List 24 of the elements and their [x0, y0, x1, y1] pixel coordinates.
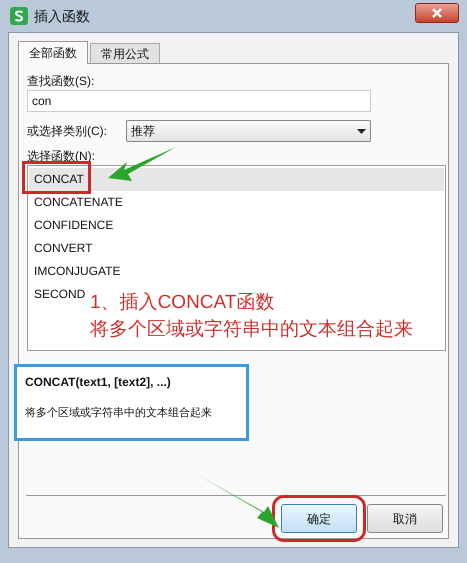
function-list-item[interactable]: CONFIDENCE — [29, 214, 116, 237]
function-list-item[interactable]: CONVERT — [29, 237, 94, 260]
function-list-item[interactable]: IMCONJUGATE — [29, 260, 122, 283]
search-field[interactable]: con — [27, 90, 371, 112]
window-title: 插入函数 — [34, 6, 90, 26]
annotation-text: 1、插入CONCAT函数 — [90, 291, 274, 315]
function-list-item[interactable]: SECOND — [29, 283, 88, 306]
function-list-item[interactable]: CONCATENATE — [29, 191, 125, 214]
app-icon — [10, 7, 28, 25]
category-label: 或选择类别(C): — [27, 123, 108, 140]
highlight-frame — [22, 161, 91, 194]
tab[interactable]: 全部函数 — [18, 41, 88, 64]
caret-icon — [357, 128, 366, 134]
close-icon — [431, 8, 443, 18]
pointer-arrow — [108, 147, 176, 181]
function-list-item[interactable]: CONCAT — [29, 168, 444, 191]
function-signature: CONCAT(text1, [text2], ...) — [25, 374, 172, 391]
function-description: 将多个区域或字符串中的文本组合起来 — [25, 406, 213, 421]
dialog-button[interactable]: 取消 — [367, 504, 443, 533]
close-button[interactable] — [415, 3, 459, 23]
search-label: 查找函数(S): — [27, 73, 94, 90]
category-dropdown[interactable]: 推荐 — [126, 120, 371, 142]
tab[interactable]: 常用公式 — [90, 43, 160, 63]
annotation-text: 将多个区域或字符串中的文本组合起来 — [90, 318, 413, 342]
